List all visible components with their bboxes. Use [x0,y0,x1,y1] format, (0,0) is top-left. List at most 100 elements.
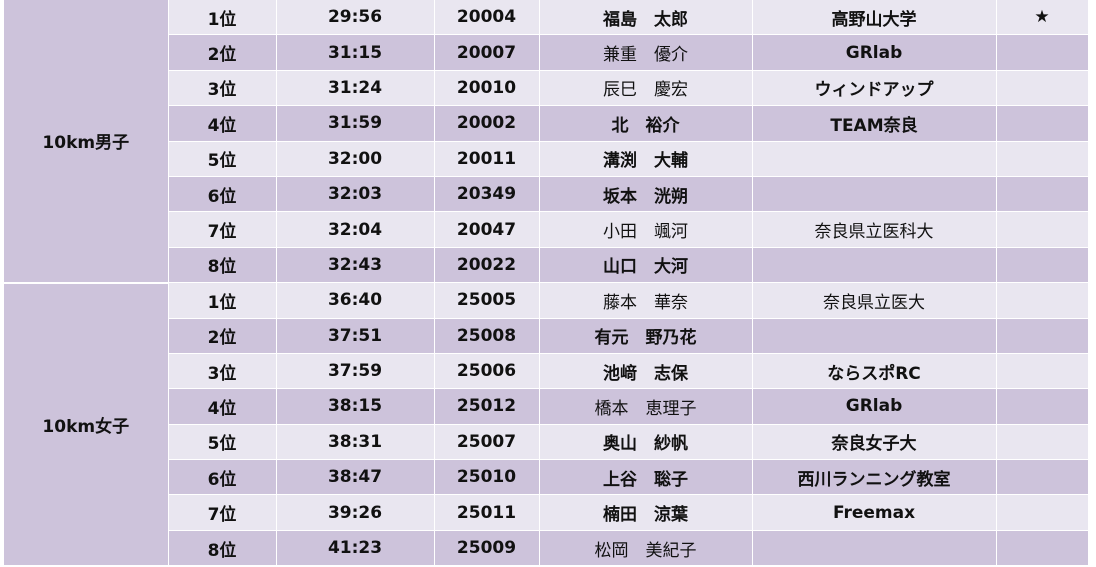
table-row: 10km男子 1位 29:56 20004 福島 太郎 高野山大学 ★ [4,0,1089,284]
bib-number-cell: 25008 [434,318,540,354]
note-cell [996,459,1089,496]
runner-name-cell: 奥山 紗帆 [539,424,753,461]
rank-cell: 8位 [168,530,277,567]
rank-cell: 1位 [168,0,277,36]
bib-number-cell: 25006 [434,353,540,390]
team-cell: 西川ランニング教室 [752,459,997,496]
rank-cell: 4位 [168,388,277,425]
runner-name-cell: 溝渕 大輔 [539,141,753,177]
bib-number-cell: 20047 [434,211,540,248]
time-cell: 39:26 [276,494,435,531]
note-cell [996,141,1089,177]
note-cell [996,353,1089,390]
time-cell: 41:23 [276,530,435,567]
runner-name-cell: 楠田 涼葉 [539,494,753,531]
team-cell: 奈良県立医大 [752,282,997,319]
rank-cell: 8位 [168,247,277,284]
team-cell: 高野山大学 [752,0,997,36]
team-cell: 奈良女子大 [752,424,997,461]
bib-number-cell: 25007 [434,424,540,461]
note-cell [996,211,1089,248]
team-cell [752,247,997,284]
table-row: 10km女子 1位 36:40 25005 藤本 華奈 奈良県立医大 [4,282,1089,567]
note-cell [996,494,1089,531]
runner-name-cell: 北 裕介 [539,105,753,142]
rank-cell: 2位 [168,318,277,354]
note-cell [996,105,1089,142]
team-cell: GRlab [752,388,997,425]
time-cell: 37:51 [276,318,435,354]
team-cell: Freemax [752,494,997,531]
time-cell: 38:31 [276,424,435,461]
runner-name-cell: 福島 太郎 [539,0,753,36]
note-cell [996,176,1089,213]
runner-name-cell: 池﨑 志保 [539,353,753,390]
bib-number-cell: 20010 [434,70,540,107]
runner-name-cell: 坂本 洸朔 [539,176,753,213]
note-cell [996,388,1089,425]
team-cell: TEAM奈良 [752,105,997,142]
team-cell [752,141,997,177]
rank-cell: 7位 [168,494,277,531]
time-cell: 38:47 [276,459,435,496]
time-cell: 36:40 [276,282,435,319]
runner-name-cell: 辰巳 慶宏 [539,70,753,107]
rank-cell: 5位 [168,141,277,177]
runner-name-cell: 山口 大河 [539,247,753,284]
note-cell [996,247,1089,284]
time-cell: 32:43 [276,247,435,284]
note-cell [996,34,1089,71]
team-cell: 奈良県立医科大 [752,211,997,248]
runner-name-cell: 藤本 華奈 [539,282,753,319]
time-cell: 38:15 [276,388,435,425]
bib-number-cell: 25010 [434,459,540,496]
team-cell [752,530,997,567]
category-label: 10km男子 [4,0,169,284]
team-cell [752,318,997,354]
bib-number-cell: 25009 [434,530,540,567]
runner-name-cell: 上谷 聡子 [539,459,753,496]
rank-cell: 1位 [168,282,277,319]
bib-number-cell: 25005 [434,282,540,319]
results-table: 10km男子 1位 29:56 20004 福島 太郎 高野山大学 ★ 2位 31:15 2000… [4,0,1089,567]
note-cell [996,70,1089,107]
runner-name-cell: 橋本 恵理子 [539,388,753,425]
category-label: 10km女子 [4,282,169,567]
time-cell: 32:03 [276,176,435,213]
rank-cell: 7位 [168,211,277,248]
runner-name-cell: 有元 野乃花 [539,318,753,354]
rank-cell: 5位 [168,424,277,461]
team-cell: ならスポRC [752,353,997,390]
time-cell: 31:59 [276,105,435,142]
bib-number-cell: 20349 [434,176,540,213]
rank-cell: 6位 [168,459,277,496]
note-cell [996,530,1089,567]
rank-cell: 2位 [168,34,277,71]
bib-number-cell: 25012 [434,388,540,425]
runner-name-cell: 兼重 優介 [539,34,753,71]
bib-number-cell: 20004 [434,0,540,36]
rank-cell: 3位 [168,353,277,390]
bib-number-cell: 25011 [434,494,540,531]
bib-number-cell: 20007 [434,34,540,71]
time-cell: 31:15 [276,34,435,71]
note-cell [996,424,1089,461]
bib-number-cell: 20011 [434,141,540,177]
bib-number-cell: 20022 [434,247,540,284]
results-body: 10km男子 1位 29:56 20004 福島 太郎 高野山大学 ★ 2位 31:15 2000… [4,0,1089,567]
time-cell: 32:00 [276,141,435,177]
runner-name-cell: 小田 颯河 [539,211,753,248]
rank-cell: 4位 [168,105,277,142]
bib-number-cell: 20002 [434,105,540,142]
time-cell: 29:56 [276,0,435,36]
rank-cell: 3位 [168,70,277,107]
rank-cell: 6位 [168,176,277,213]
note-cell [996,282,1089,319]
time-cell: 31:24 [276,70,435,107]
time-cell: 37:59 [276,353,435,390]
star-icon: ★ [996,0,1089,36]
team-cell: GRlab [752,34,997,71]
runner-name-cell: 松岡 美紀子 [539,530,753,567]
note-cell [996,318,1089,354]
team-cell [752,176,997,213]
